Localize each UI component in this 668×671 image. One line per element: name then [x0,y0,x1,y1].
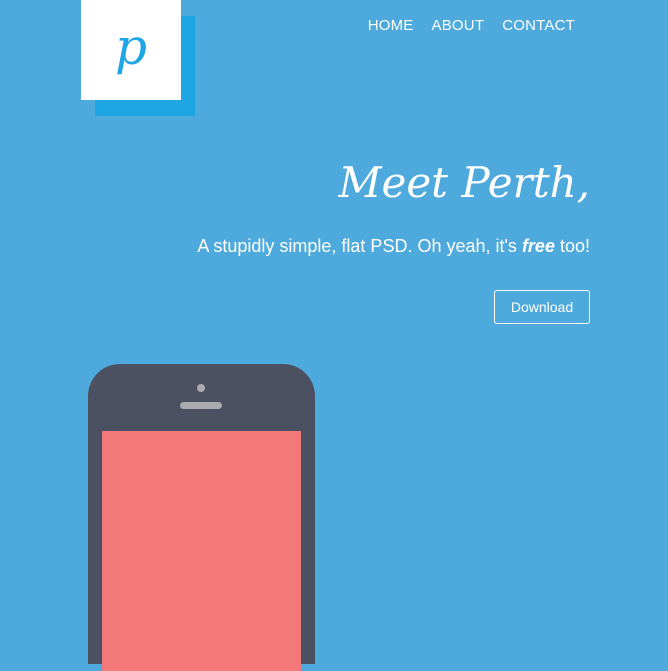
hero-subtitle: A stupidly simple, flat PSD. Oh yeah, it… [197,236,590,257]
logo-box: p [81,0,181,100]
hero-subtitle-text: A stupidly simple, flat PSD. Oh yeah, it… [197,236,522,256]
logo-letter: p [114,18,147,76]
main-nav: HOME ABOUT CONTACT [368,17,575,34]
download-button[interactable]: Download [494,290,590,324]
logo[interactable]: p [81,0,195,116]
hero-subtitle-end: too! [554,236,590,256]
phone-speaker [180,402,222,409]
nav-home-link[interactable]: HOME [368,17,414,34]
hero-title: Meet Perth, [338,158,590,207]
nav-about-link[interactable]: ABOUT [432,17,485,34]
hero-subtitle-emphasis: free [521,236,555,256]
phone-screen [102,431,301,671]
nav-contact-link[interactable]: CONTACT [502,17,575,34]
phone-illustration [88,364,315,671]
phone-camera [197,384,205,392]
